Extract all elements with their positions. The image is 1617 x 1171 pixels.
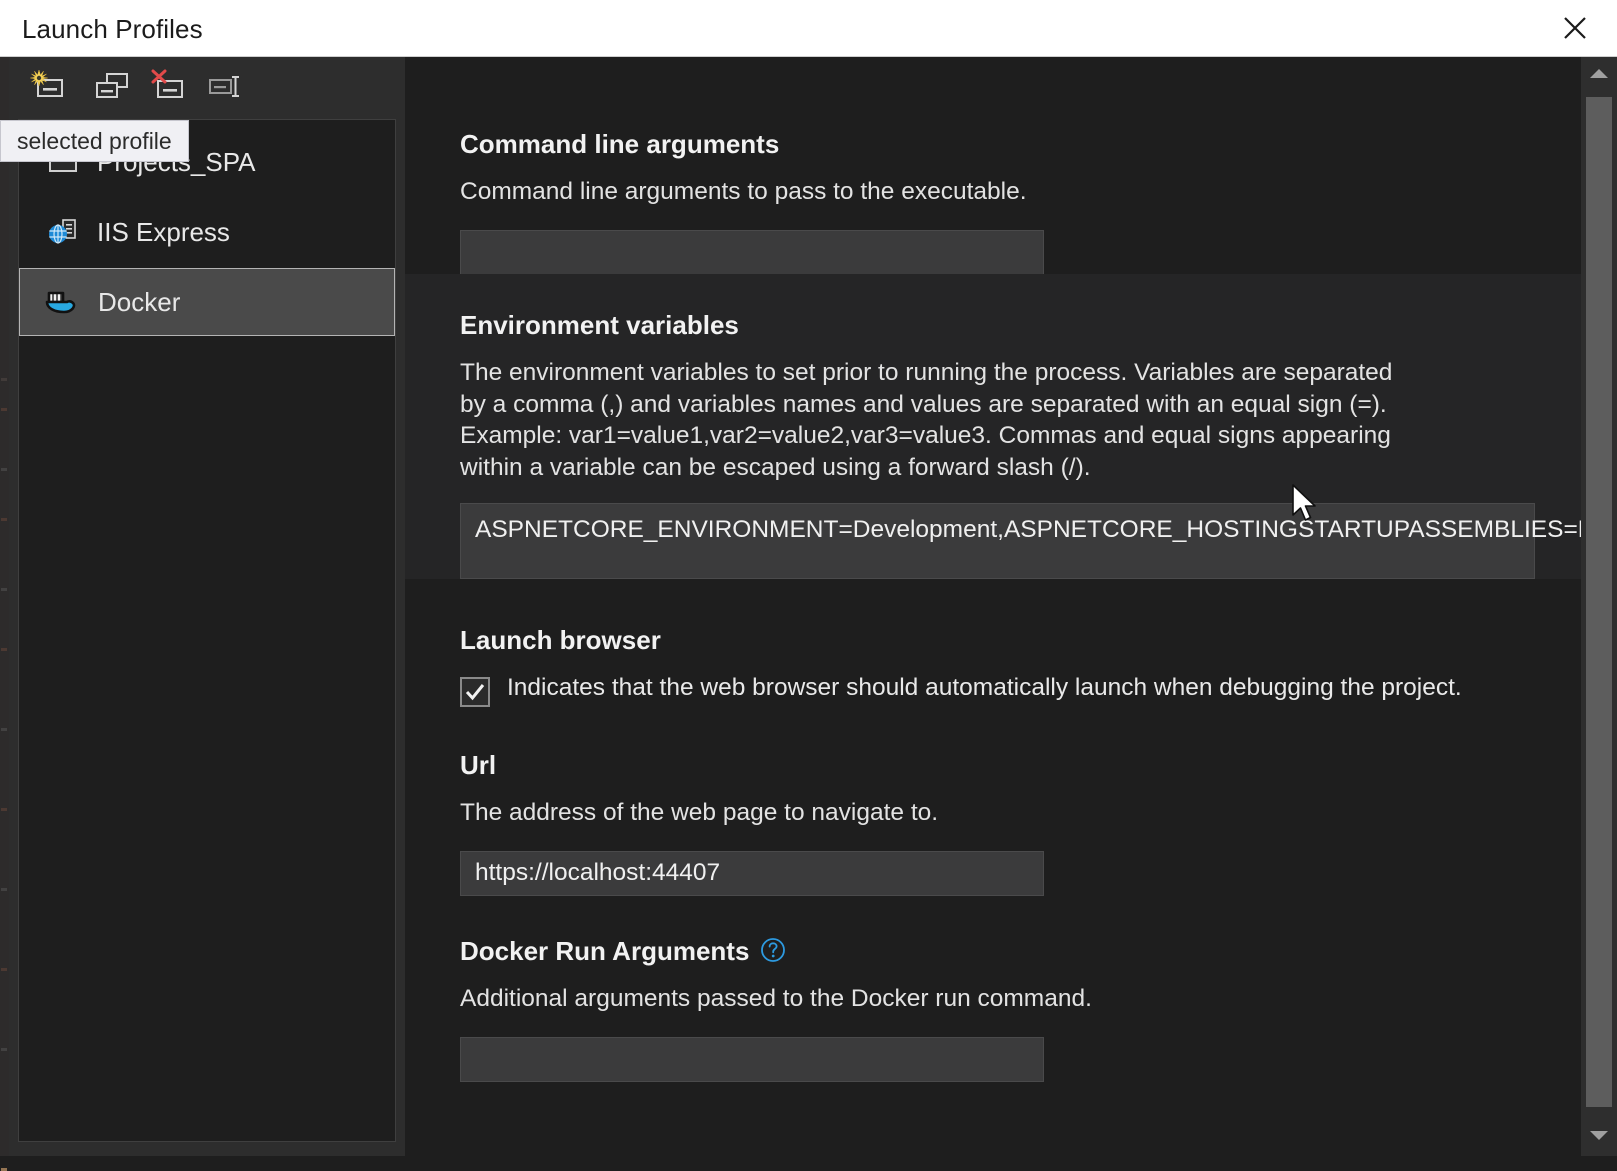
url-value: https://localhost:44407 [475, 857, 720, 889]
tooltip: selected profile [0, 120, 189, 162]
scroll-thumb[interactable] [1586, 97, 1612, 1107]
profile-settings-pane: Command line arguments Command line argu… [405, 57, 1617, 1156]
section-title: Docker Run Arguments [460, 936, 1617, 967]
section-title: Command line arguments [460, 129, 1617, 160]
environment-variables-value: ASPNETCORE_ENVIRONMENT=Development,ASPNE… [475, 514, 1617, 546]
scroll-up-arrow-icon [1589, 66, 1609, 84]
profiles-panel: Projects_SPA IIS Express [9, 119, 405, 1156]
section-description: Command line arguments to pass to the ex… [460, 176, 1617, 208]
title-bar: Launch Profiles [0, 0, 1617, 57]
docker-whale-icon [44, 287, 84, 317]
profile-list[interactable]: Projects_SPA IIS Express [18, 119, 396, 1142]
close-button[interactable] [1547, 8, 1603, 48]
page-title: Launch Profiles [22, 14, 203, 45]
launch-profiles-dialog: Launch Profiles [0, 0, 1617, 1156]
new-profile-icon [30, 69, 66, 108]
section-description: The address of the web page to navigate … [460, 797, 1617, 829]
delete-profile-icon [150, 69, 186, 108]
copy-profile-icon [94, 69, 130, 108]
section-command-line-arguments: Command line arguments Command line argu… [405, 57, 1617, 274]
docker-run-arguments-title: Docker Run Arguments [460, 936, 749, 966]
command-line-arguments-input[interactable] [460, 230, 1044, 275]
rename-profile-icon [206, 69, 242, 108]
sidebar-item-label: IIS Express [97, 217, 230, 248]
launch-browser-label: Indicates that the web browser should au… [507, 674, 1462, 702]
launch-browser-row[interactable]: Indicates that the web browser should au… [460, 674, 1617, 707]
section-title: Environment variables [460, 310, 1617, 341]
rename-profile-button[interactable] [200, 68, 248, 108]
scroll-down-button[interactable] [1581, 1120, 1617, 1156]
iis-express-globe-icon [43, 217, 83, 247]
background-window-sliver [0, 48, 9, 1156]
section-docker-run-arguments: Docker Run Arguments Additional argument… [405, 902, 1617, 1082]
section-title: Url [460, 750, 1617, 781]
section-description: The environment variables to set prior t… [460, 357, 1425, 483]
sidebar-item-label: Docker [98, 287, 180, 318]
section-description: Additional arguments passed to the Docke… [460, 983, 1617, 1015]
tooltip-text: selected profile [17, 128, 172, 155]
scroll-down-arrow-icon [1589, 1129, 1609, 1147]
sidebar-item-docker[interactable]: Docker [19, 268, 395, 336]
section-environment-variables: Environment variables The environment va… [405, 274, 1617, 579]
new-profile-button[interactable] [24, 68, 72, 108]
launch-browser-checkbox[interactable] [460, 677, 490, 707]
copy-profile-button[interactable] [88, 68, 136, 108]
docker-run-arguments-input[interactable] [460, 1037, 1044, 1082]
section-title: Launch browser [460, 625, 1617, 656]
help-circle-icon[interactable] [760, 937, 786, 963]
section-launch-browser: Launch browser Indicates that the web br… [405, 579, 1617, 712]
section-url: Url The address of the web page to navig… [405, 712, 1617, 902]
environment-variables-input[interactable]: ASPNETCORE_ENVIRONMENT=Development,ASPNE… [460, 503, 1535, 579]
sidebar-item-iis-express[interactable]: IIS Express [19, 198, 395, 266]
vertical-scrollbar[interactable] [1581, 57, 1617, 1156]
url-input[interactable]: https://localhost:44407 [460, 851, 1044, 896]
delete-profile-button[interactable] [144, 68, 192, 108]
close-icon [1561, 14, 1589, 42]
scroll-up-button[interactable] [1581, 57, 1617, 93]
